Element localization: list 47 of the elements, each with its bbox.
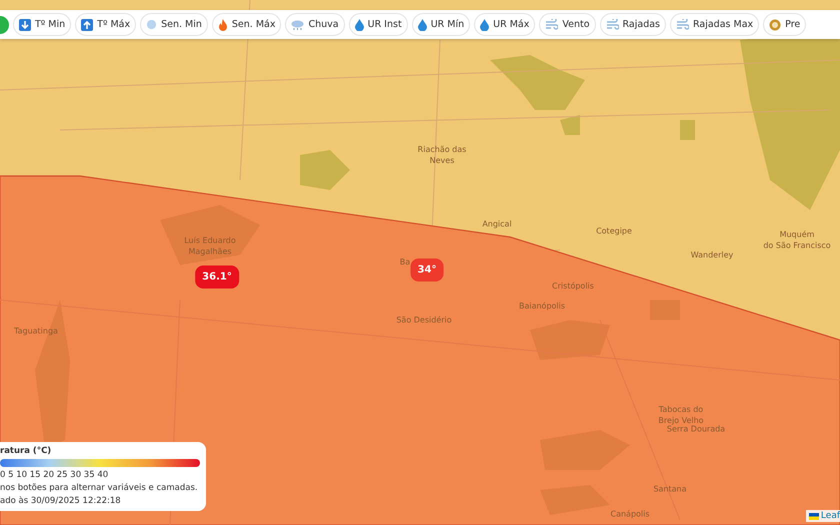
variable-button[interactable]: Sen. Máx: [212, 13, 282, 36]
attribution-text: Leaf: [820, 511, 840, 521]
place-label: Cristópolis: [552, 280, 594, 292]
wind-icon: [606, 19, 619, 30]
wind-icon: [545, 19, 558, 30]
variable-button[interactable]: UR Mín: [412, 13, 470, 36]
place-label: Canápolis: [610, 508, 650, 520]
place-label: Cotegipe: [596, 226, 632, 236]
variable-button[interactable]: Chuva: [285, 13, 345, 36]
wind-icon: [676, 19, 689, 30]
variable-button[interactable]: Vento: [539, 13, 596, 36]
variable-button[interactable]: Rajadas: [600, 13, 666, 36]
variable-button[interactable]: Tº Min: [13, 13, 72, 36]
down-arrow-icon: [19, 18, 31, 30]
place-label: Serra Dourada: [666, 424, 726, 434]
variable-button[interactable]: UR Inst: [348, 13, 408, 36]
place-label: São Desidério: [396, 314, 452, 326]
place-label: Ba: [400, 256, 410, 268]
rain-cloud-icon: [291, 18, 304, 30]
place-label: Muquém do São Francisco: [763, 229, 831, 251]
place-label: Luís Eduardo Magalhães: [184, 235, 236, 257]
water-drop-icon: [354, 18, 364, 30]
variable-button[interactable]: Rajadas Max: [670, 13, 760, 36]
place-label: Baianópolis: [518, 300, 566, 312]
temperature-marker[interactable]: 36.1°: [195, 266, 239, 288]
update-time: ado às 30/09/2025 12:22:18: [0, 496, 122, 506]
place-label: Wanderley: [690, 250, 734, 260]
legend-title: ratura (°C): [0, 446, 52, 456]
attribution-link[interactable]: Leaf: [806, 510, 840, 522]
variable-button[interactable]: Tº Máx: [75, 13, 136, 36]
place-label: Santana: [653, 484, 687, 494]
place-label: Taguatinga: [14, 326, 58, 336]
place-label: Riachão das Neves: [418, 144, 466, 166]
water-drop-icon: [480, 18, 490, 30]
gauge-icon: [769, 18, 782, 30]
variable-button[interactable]: Sen. Min: [140, 13, 208, 36]
up-arrow-icon: [81, 18, 94, 30]
flag-icon: [808, 512, 819, 520]
fire-icon: [218, 18, 228, 30]
variable-button[interactable]: Pre: [763, 13, 806, 36]
place-label: Tabocas do Brejo Velho: [658, 404, 704, 425]
temperature-marker[interactable]: 34°: [410, 258, 444, 282]
variable-button[interactable]: UR Máx: [474, 13, 536, 36]
scale-labels: 0 5 10 15 20 25 30 35 40: [0, 470, 110, 480]
water-drop-icon: [418, 18, 427, 30]
legend-hint: nos botões para alternar variáveis e camadas.: [0, 483, 199, 493]
place-label: Angical: [482, 218, 512, 230]
